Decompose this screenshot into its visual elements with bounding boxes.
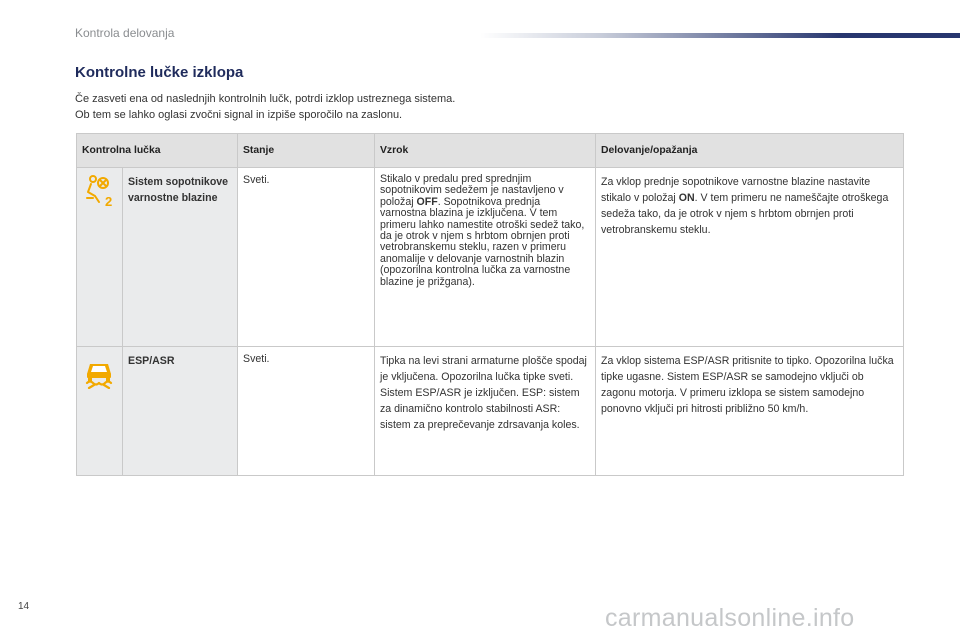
lamp-cause: Tipka na levi strani armaturne plošče sp… (374, 346, 596, 476)
column-header-lamp: Kontrolna lučka (76, 133, 238, 168)
page-number: 14 (18, 601, 30, 612)
esp-asr-off-icon (84, 359, 114, 392)
page-title: Kontrolne lučke izklopa (75, 64, 244, 81)
column-header-action: Delovanje/opažanja (595, 133, 904, 168)
table-row: ESP/ASR Sveti. Tipka na levi strani arma… (76, 346, 904, 476)
table-row: 2 Sistem sopotnikove varnostne blazine S… (76, 167, 904, 347)
column-header-state: Stanje (237, 133, 375, 168)
icon-cell: 2 (76, 167, 123, 347)
lamp-state: Sveti. (237, 346, 375, 476)
warning-lamps-table: Kontrolna lučka Stanje Vzrok Delovanje/o… (76, 133, 904, 476)
action-switch-position: ON (678, 192, 695, 204)
lamp-name: Sistem sopotnikove varnostne blazine (122, 167, 238, 347)
intro-text: Če zasveti ena od naslednjih kontrolnih … (75, 91, 455, 123)
icon-cell (76, 346, 123, 476)
lamp-state: Sveti. (237, 167, 375, 347)
passenger-airbag-off-icon: 2 (83, 174, 115, 211)
lamp-name: ESP/ASR (122, 346, 238, 476)
svg-text:2: 2 (105, 194, 112, 208)
watermark: carmanualsonline.info (605, 604, 855, 632)
header-rule (480, 33, 960, 38)
lamp-cause: Stikalo v predalu pred sprednjim sopotni… (374, 167, 596, 347)
cause-switch-position: OFF (416, 195, 438, 208)
column-header-cause: Vzrok (374, 133, 596, 168)
cause-text-continued: . Sopotnikova prednja varnostna blazina … (380, 195, 585, 288)
lamp-action: Za vklop prednje sopotnikove varnostne b… (595, 167, 904, 347)
intro-line-2: Ob tem se lahko oglasi zvočni signal in … (75, 109, 403, 121)
lamp-action: Za vklop sistema ESP/ASR pritisnite to t… (595, 346, 904, 476)
intro-line-1: Če zasveti ena od naslednjih kontrolnih … (75, 93, 456, 105)
table-header-row: Kontrolna lučka Stanje Vzrok Delovanje/o… (76, 133, 904, 168)
section-header: Kontrola delovanja (75, 26, 175, 40)
